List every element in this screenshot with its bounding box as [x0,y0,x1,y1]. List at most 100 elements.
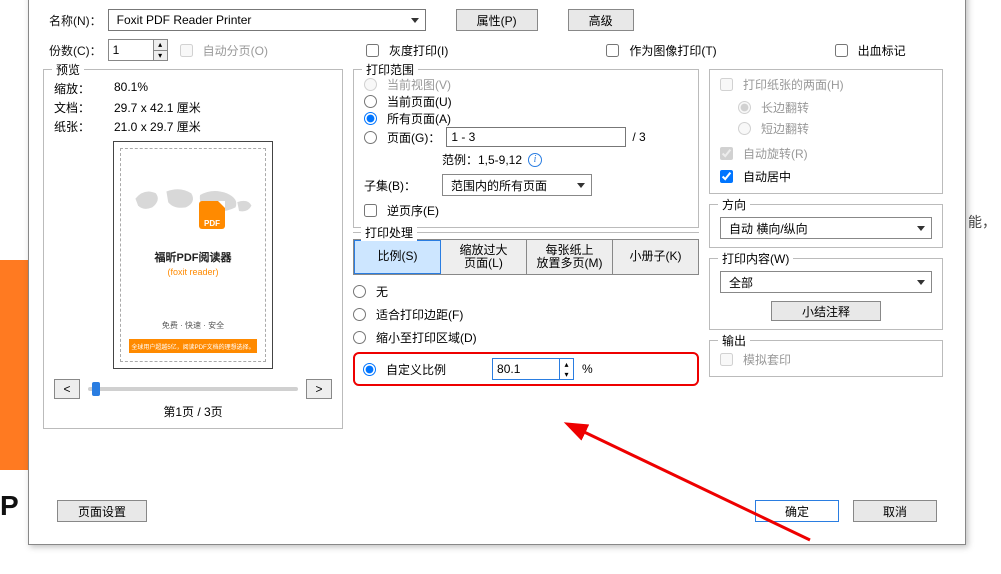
collate-label: 自动分页(O) [203,42,268,59]
custom-scale-stepper[interactable]: ▴▾ [492,358,574,380]
tab-booklet[interactable]: 小册子(K) [613,240,698,274]
long-edge-radio [738,101,751,114]
duplex-group: 打印纸张的两面(H) 长边翻转 短边翻转 自动旋转(R) 自动居中 [709,69,943,194]
chevron-down-icon [917,280,925,285]
paper-value: 21.0 x 29.7 厘米 [114,118,332,135]
print-as-image-checkbox[interactable] [606,44,619,57]
zoom-value: 80.1% [114,80,332,97]
collate-checkbox [180,44,193,57]
pages-radio[interactable] [364,131,377,144]
orientation-group: 方向 自动 横向/纵向 [709,204,943,248]
preview-legend: 预览 [52,61,84,78]
output-group: 输出 模拟套印 [709,340,943,377]
tab-fit-large[interactable]: 缩放过大 页面(L) [441,240,527,274]
shrink-label: 缩小至打印区域(D) [376,329,477,346]
all-pages-radio[interactable] [364,112,377,125]
printer-name-label: 名称(N)： [49,12,102,29]
auto-rotate-label: 自动旋转(R) [743,145,808,162]
tab-multi-per-sheet[interactable]: 每张纸上 放置多页(M) [527,240,613,274]
background-text: 能， [968,212,996,232]
auto-center-label: 自动居中 [743,168,791,185]
doc-label: 文档： [54,99,114,116]
paper-label: 纸张： [54,118,114,135]
print-handling-legend: 打印处理 [361,224,417,241]
orientation-legend: 方向 [718,196,750,213]
world-map-icon [131,173,255,233]
brand-subtitle: (foxit reader) [121,267,265,277]
long-edge-label: 长边翻转 [761,99,809,116]
handling-tabs: 比例(S) 缩放过大 页面(L) 每张纸上 放置多页(M) 小册子(K) [353,239,699,275]
background-text-2: P [0,490,19,522]
pages-total: / 3 [632,130,645,144]
ok-button[interactable]: 确定 [755,500,839,522]
auto-center-checkbox[interactable] [720,170,733,183]
printer-select[interactable]: Foxit PDF Reader Printer [108,9,426,31]
chevron-down-icon [917,226,925,231]
current-view-label: 当前视图(V) [387,76,451,93]
simulate-overprint-checkbox [720,353,733,366]
print-range-legend: 打印范围 [362,61,418,78]
stepper-down-icon[interactable]: ▾ [154,51,167,61]
print-content-legend: 打印内容(W) [718,250,793,267]
custom-scale-label: 自定义比例 [386,361,446,378]
prev-page-button[interactable]: < [54,379,80,399]
next-page-button[interactable]: > [306,379,332,399]
grayscale-label: 灰度打印(I) [389,42,448,59]
short-edge-label: 短边翻转 [761,120,809,137]
grayscale-checkbox[interactable] [366,44,379,57]
cancel-button[interactable]: 取消 [853,500,937,522]
simulate-overprint-label: 模拟套印 [743,351,791,368]
slider-thumb[interactable] [92,382,100,396]
custom-scale-input[interactable] [493,359,559,379]
percent-label: % [582,362,593,376]
copies-stepper[interactable]: ▴▾ [108,39,168,61]
chevron-down-icon [411,18,419,23]
properties-button[interactable]: 属性(P) [456,9,538,31]
advanced-button[interactable]: 高级 [568,9,634,31]
page-setup-button[interactable]: 页面设置 [57,500,147,522]
chevron-down-icon [577,183,585,188]
subset-select[interactable]: 范围内的所有页面 [442,174,592,196]
brand-title: 福昕PDF阅读器 [121,249,265,265]
scale-none-radio[interactable] [353,285,366,298]
auto-rotate-checkbox [720,147,733,160]
print-handling-group: 打印处理 比例(S) 缩放过大 页面(L) 每张纸上 放置多页(M) 小册子(K… [353,232,699,386]
custom-scale-radio[interactable] [363,363,376,376]
print-content-group: 打印内容(W) 全部 小结注释 [709,258,943,330]
custom-scale-highlight: 自定义比例 ▴▾ % [353,352,699,386]
reverse-order-label: 逆页序(E) [387,202,439,219]
doc-value: 29.7 x 42.1 厘米 [114,99,332,116]
current-page-label: 当前页面(U) [387,93,452,110]
shrink-radio[interactable] [353,331,366,344]
reverse-order-checkbox[interactable] [364,204,377,217]
print-content-select[interactable]: 全部 [720,271,932,293]
preview-page: PDF 福昕PDF阅读器 (foxit reader) 免费 · 快速 · 安全… [113,141,273,369]
stepper-up-icon[interactable]: ▴ [560,359,573,369]
fit-margin-radio[interactable] [353,308,366,321]
subset-label: 子集(B)： [364,177,416,194]
short-edge-radio [738,122,751,135]
brand-bar: 全球用户超越5亿，阅读PDF文档的理想选择。 [129,339,257,353]
copies-label: 份数(C)： [49,42,102,59]
info-icon[interactable]: i [528,153,542,167]
pages-input[interactable] [446,127,626,147]
tab-scale[interactable]: 比例(S) [354,240,441,274]
pages-label: 页面(G)： [387,129,440,146]
brand-slogan: 免费 · 快速 · 安全 [121,320,265,331]
current-page-radio[interactable] [364,95,377,108]
pages-example: 范例：1,5-9,12 [442,151,522,168]
output-legend: 输出 [718,332,750,349]
page-indicator: 第1页 / 3页 [54,403,332,420]
preview-group: 预览 缩放： 80.1% 文档： 29.7 x 42.1 厘米 纸张： 21.0… [43,69,343,429]
duplex-label: 打印纸张的两面(H) [743,76,844,93]
orientation-select[interactable]: 自动 横向/纵向 [720,217,932,239]
print-range-group: 打印范围 当前视图(V) 当前页面(U) 所有页面(A) 页面(G)： / 3 … [353,69,699,228]
duplex-checkbox [720,78,733,91]
summarize-comments-button[interactable]: 小结注释 [771,301,881,321]
stepper-down-icon[interactable]: ▾ [560,369,573,379]
bleed-checkbox[interactable] [835,44,848,57]
scale-none-label: 无 [376,283,388,300]
page-slider[interactable] [88,387,298,391]
stepper-up-icon[interactable]: ▴ [154,40,167,51]
copies-input[interactable] [109,40,153,60]
